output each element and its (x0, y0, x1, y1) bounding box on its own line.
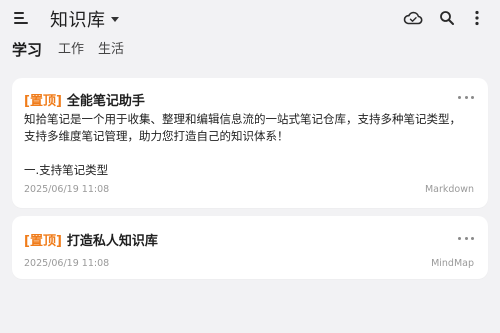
cloud-icon[interactable] (402, 8, 424, 28)
note-preview-line: 支持多维度笔记管理，助力您打造自己的知识体系！ (24, 129, 289, 143)
note-title-text: 打造私人知识库 (66, 234, 158, 249)
app-bar: 知识库 (0, 0, 500, 36)
note-type: MindMap (431, 258, 474, 269)
tab-study[interactable]: 学习 (12, 40, 42, 60)
note-date: 2025/06/19 11:08 (24, 258, 110, 269)
pinned-tag: [置顶] (24, 94, 62, 109)
tab-work[interactable]: 工作 (58, 40, 84, 60)
menu-icon[interactable] (12, 9, 30, 27)
note-title-text: 全能笔记助手 (66, 94, 145, 109)
more-horizontal-icon[interactable] (458, 93, 474, 101)
note-card[interactable]: [置顶] 打造私人知识库 2025/06/19 11:08 MindMap (12, 216, 488, 279)
note-date: 2025/06/19 11:08 (24, 184, 110, 195)
note-title: [置顶] 全能笔记助手 (24, 90, 145, 109)
tab-life[interactable]: 生活 (98, 40, 124, 60)
pinned-tag: [置顶] (24, 234, 62, 249)
caret-down-icon (110, 16, 119, 22)
note-card[interactable]: [置顶] 全能笔记助手 知拾笔记是一个用于收集、整理和编辑信息流的一站式笔记仓库… (12, 78, 488, 208)
category-tabs: 学习 工作 生活 (12, 40, 138, 60)
note-preview-line: 知拾笔记是一个用于收集、整理和编辑信息流的一站式笔记仓库，支持多种笔记类型， (24, 112, 461, 126)
page-title: 知识库 (50, 10, 106, 31)
note-title: [置顶] 打造私人知识库 (24, 230, 158, 249)
notebook-selector[interactable]: 知识库 (50, 6, 119, 32)
search-icon[interactable] (436, 8, 458, 28)
more-horizontal-icon[interactable] (458, 234, 474, 242)
more-vertical-icon[interactable] (466, 8, 488, 28)
note-preview-line: 一.支持笔记类型 (24, 163, 109, 177)
note-type: Markdown (424, 184, 474, 195)
note-preview: 知拾笔记是一个用于收集、整理和编辑信息流的一站式笔记仓库，支持多种笔记类型， 支… (24, 111, 476, 179)
